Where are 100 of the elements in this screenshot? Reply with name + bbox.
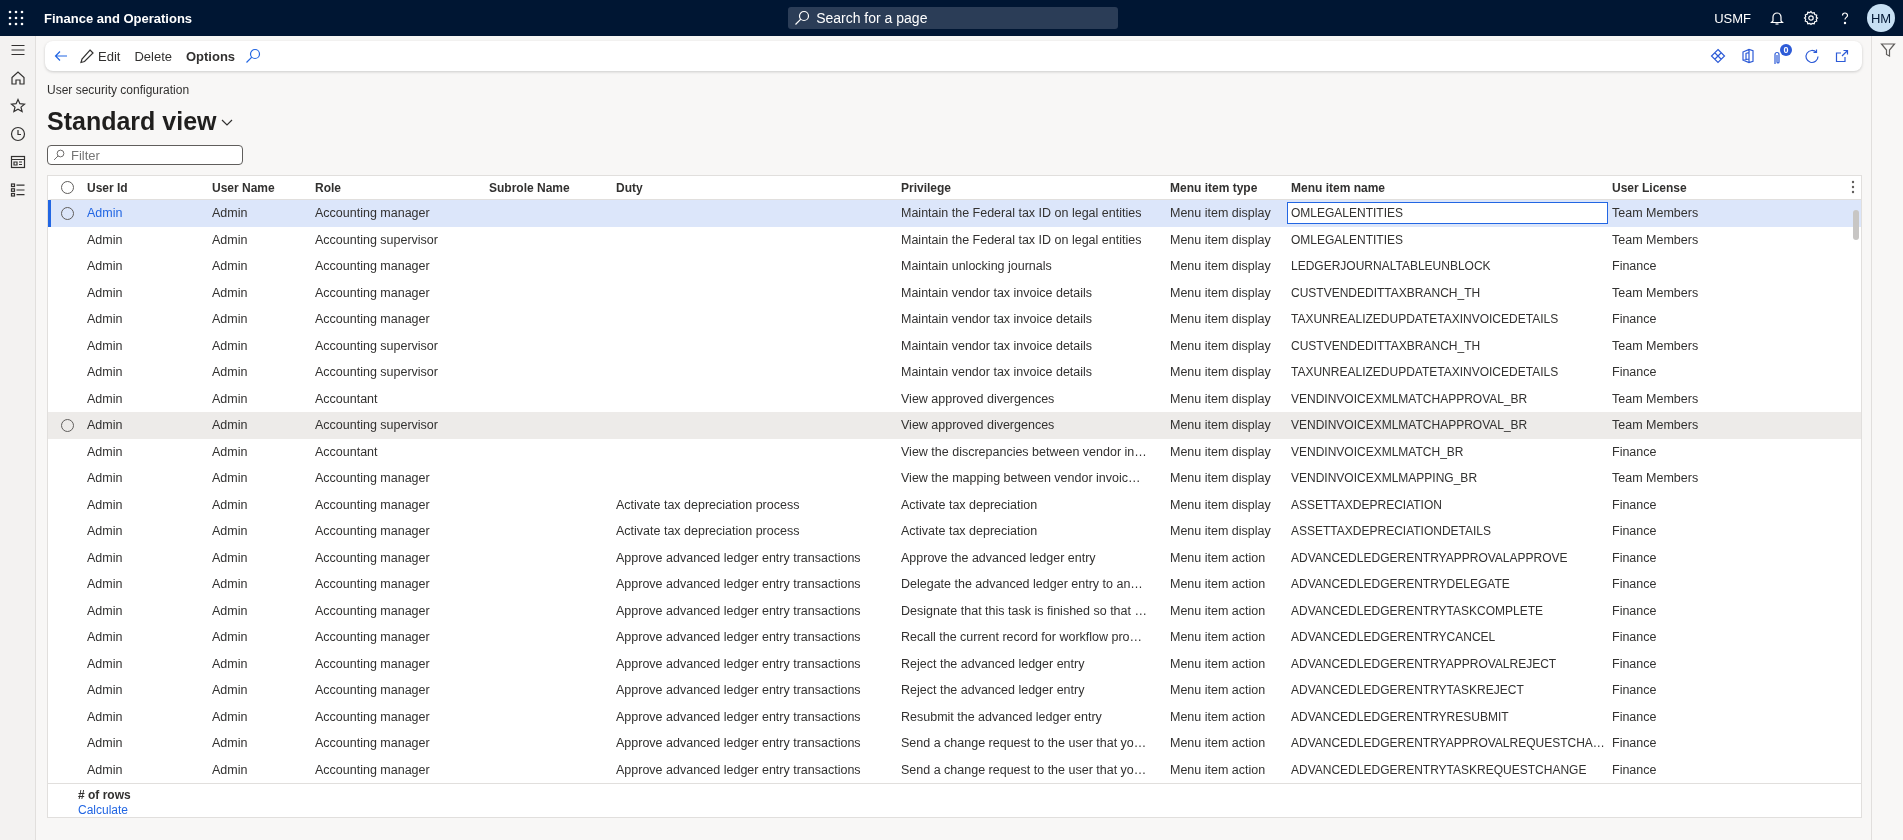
calculate-link[interactable]: Calculate — [78, 803, 1861, 817]
table-cell-text: Maintain the Federal tax ID on legal entities — [900, 232, 1143, 247]
row-count-label: # of rows — [78, 788, 132, 802]
search-icon[interactable] — [245, 48, 262, 64]
table-cell-text: Menu item display — [1169, 497, 1272, 512]
table-cell-text: ADVANCEDLEDGERENTRYDELEGATE — [1290, 577, 1511, 592]
table-cell-text: ADVANCEDLEDGERENTRYTASKCOMPLETE — [1290, 603, 1545, 618]
table-cell-text: Admin — [211, 312, 249, 327]
table-cell-text: Finance — [1611, 736, 1658, 751]
table-cell-text: Admin — [86, 338, 124, 353]
search-box[interactable]: Search for a page — [788, 7, 1119, 29]
popout-icon[interactable] — [1834, 48, 1850, 64]
column-header[interactable]: Subrole Name — [485, 180, 612, 195]
table-cell-text: Accounting supervisor — [314, 418, 439, 433]
column-header[interactable]: Menu item name — [1287, 180, 1608, 195]
table-cell-text: ASSETTAXDEPRECIATION — [1290, 497, 1443, 512]
column-header[interactable]: User Id — [83, 180, 208, 195]
table-cell-text: ADVANCEDLEDGERENTRYAPPROVALAPPROVE — [1290, 550, 1569, 565]
table-cell-text: Admin — [86, 736, 124, 751]
table-cell-text: Admin — [86, 391, 124, 406]
column-header[interactable]: Privilege — [897, 180, 1166, 195]
table-cell-text: Menu item display — [1169, 206, 1272, 221]
attachments-button[interactable]: 0 — [1770, 47, 1790, 65]
scrollbar-thumb[interactable] — [1853, 210, 1859, 240]
more-options-icon[interactable] — [1851, 180, 1855, 194]
bell-icon[interactable] — [1769, 10, 1785, 26]
menu-icon[interactable] — [9, 42, 26, 58]
column-header[interactable]: Role — [311, 180, 485, 195]
search-field[interactable]: Search for a page — [814, 9, 1105, 27]
table-cell-text: Activate tax depreciation — [900, 497, 1039, 512]
table-cell-text: Approve advanced ledger entry transactions — [615, 736, 862, 751]
table-cell-text: Team Members — [1611, 418, 1700, 433]
table-cell-text: View the discrepancies between vendor in… — [900, 444, 1148, 459]
table-cell-text: TAXUNREALIZEDUPDATETAXINVOICEDETAILS — [1290, 365, 1560, 380]
table-cell-text: Admin — [86, 762, 124, 777]
table-cell-text: VENDINVOICEXMLMAPPING_BR — [1290, 471, 1479, 486]
office-icon[interactable] — [1740, 48, 1756, 64]
back-icon[interactable] — [53, 48, 69, 64]
table-cell-text: Accounting supervisor — [314, 232, 439, 247]
column-header[interactable]: User Name — [208, 180, 311, 195]
table-cell-text: Admin — [86, 444, 124, 459]
table-cell-text: Menu item action — [1169, 603, 1267, 618]
table-cell-text: Menu item action — [1169, 550, 1267, 565]
table-cell-text: Menu item action — [1169, 656, 1267, 671]
table-cell-text: Accounting manager — [314, 206, 431, 221]
table-cell-text: Finance — [1611, 444, 1658, 459]
table-cell-text: Accounting supervisor — [314, 365, 439, 380]
view-title[interactable]: Standard view — [47, 107, 217, 136]
table-cell-text: Admin — [211, 497, 249, 512]
table-cell-text: Reject the advanced ledger entry — [900, 656, 1086, 671]
settings-icon[interactable] — [1803, 10, 1819, 26]
filter-field[interactable]: Filter — [69, 146, 229, 164]
table-cell-text: Accounting supervisor — [314, 338, 439, 353]
user-avatar[interactable]: HM — [1867, 4, 1895, 32]
table-cell-text: Reject the advanced ledger entry — [900, 683, 1086, 698]
home-icon[interactable] — [9, 70, 26, 86]
table-cell-text: Send a change request to the user that yo… — [900, 762, 1148, 777]
app-launcher-icon[interactable] — [8, 10, 24, 26]
table-cell-text: Admin — [86, 656, 124, 671]
action-button[interactable]: Options — [182, 46, 240, 66]
table-cell-text: Admin — [211, 391, 249, 406]
table-cell-text: Menu item display — [1169, 418, 1272, 433]
table-row-highlight[interactable]: Admin Admin Accounting manager Maintain the Federal tax ID on legal entities Menu item display OMLEGALENTITIES Team Members — [48, 200, 1861, 227]
table-cell-text: Menu item display — [1169, 444, 1272, 459]
table-cell-text: ADVANCEDLEDGERENTRYTASKREQUESTCHANGE — [1290, 762, 1588, 777]
table-cell-text: Admin — [211, 550, 249, 565]
table-cell-text: Team Members — [1611, 471, 1700, 486]
table-cell-text: Admin — [86, 232, 124, 247]
table-cell-text: Menu item display — [1169, 471, 1272, 486]
filter-icon[interactable] — [1879, 42, 1896, 58]
refresh-icon[interactable] — [1804, 48, 1820, 64]
list-icon[interactable] — [9, 182, 26, 198]
column-header[interactable]: User License — [1608, 180, 1808, 195]
table-cell-text: Admin — [86, 418, 124, 433]
column-header[interactable]: Duty — [612, 180, 897, 195]
table-cell-text: Admin — [86, 577, 124, 592]
table-cell-text: Admin — [86, 603, 124, 618]
table-cell-text: Accounting manager — [314, 577, 431, 592]
table-cell-text: Finance — [1611, 603, 1658, 618]
table-cell-text: Admin — [211, 762, 249, 777]
table-cell-text: Finance — [1611, 709, 1658, 724]
workspace-icon[interactable] — [9, 154, 26, 170]
company-selector[interactable]: USMF — [1714, 10, 1751, 26]
table-cell-text: VENDINVOICEXMLMATCH_BR — [1290, 444, 1465, 459]
table-cell-text: Finance — [1611, 683, 1658, 698]
pencil-icon — [79, 48, 95, 64]
action-button[interactable]: Edit — [75, 46, 125, 66]
star-icon[interactable] — [9, 98, 26, 114]
table-cell-text: Admin — [211, 444, 249, 459]
table-cell-text: Activate tax depreciation process — [615, 497, 801, 512]
filter-box[interactable]: Filter — [47, 145, 243, 165]
table-cell-text: Menu item action — [1169, 709, 1267, 724]
table-cell-text: Admin — [86, 259, 124, 274]
column-header[interactable]: Menu item type — [1166, 180, 1287, 195]
clock-icon[interactable] — [9, 126, 26, 142]
table-cell-text: LEDGERJOURNALTABLEUNBLOCK — [1290, 259, 1492, 274]
table-cell-text: Maintain vendor tax invoice details — [900, 285, 1094, 300]
diamond-icon[interactable] — [1710, 48, 1726, 64]
action-button[interactable]: Delete — [130, 46, 176, 66]
table-row-highlight[interactable]: Admin Admin Accounting supervisor View approved divergences Menu item display VENDINVOICEXMLMATCHAPPROVAL_BR Team Members — [48, 412, 1861, 439]
